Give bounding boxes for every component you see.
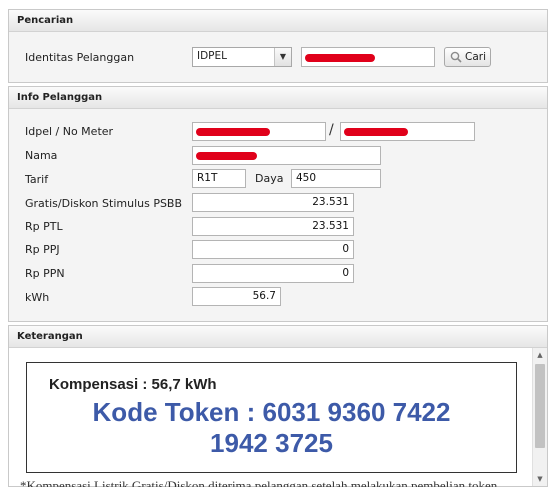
notes-panel: Keterangan Kompensasi : 56,7 kWh Kode To… (8, 325, 548, 487)
ptl-field: 23.531 (192, 217, 354, 236)
ppn-label: Rp PPN (25, 267, 65, 280)
search-button-label: Cari (465, 51, 486, 63)
idpel-field (192, 122, 326, 141)
customer-identity-label: Identitas Pelanggan (25, 51, 135, 64)
notes-scrollbar[interactable]: ▲ ▼ (532, 348, 547, 486)
search-panel: Pencarian Identitas Pelanggan IDPEL ▼ Ca… (8, 9, 548, 83)
scrollbar-thumb[interactable] (535, 364, 545, 448)
kwh-field: 56.7 (192, 287, 281, 306)
kwh-label: kWh (25, 291, 50, 304)
idpel-meter-separator: / (329, 122, 334, 138)
name-label: Nama (25, 149, 58, 162)
identity-type-value: IDPEL (197, 50, 227, 62)
redaction-mark (305, 54, 375, 62)
power-field: 450 (291, 169, 381, 188)
customer-info-header: Info Pelanggan (9, 87, 547, 109)
tariff-label: Tarif (25, 173, 49, 186)
power-label: Daya (255, 172, 284, 185)
redaction-mark (196, 152, 257, 160)
chevron-down-icon[interactable]: ▼ (274, 48, 291, 66)
ppj-label: Rp PPJ (25, 243, 60, 256)
search-panel-header: Pencarian (9, 10, 547, 32)
search-button[interactable]: Cari (444, 47, 491, 67)
ptl-label: Rp PTL (25, 220, 63, 233)
scroll-down-icon[interactable]: ▼ (533, 472, 547, 486)
customer-info-panel: Info Pelanggan Idpel / No Meter / Nama T… (8, 86, 548, 322)
name-field (192, 146, 381, 165)
idpel-meter-label: Idpel / No Meter (25, 125, 114, 138)
discount-label: Gratis/Diskon Stimulus PSBB (25, 197, 183, 210)
ppj-field: 0 (192, 240, 354, 259)
token-info-box: Kompensasi : 56,7 kWh Kode Token : 6031 … (26, 362, 517, 473)
tariff-field: R1T (192, 169, 246, 188)
meter-number-field (340, 122, 475, 141)
redaction-mark (196, 128, 270, 136)
customer-id-input[interactable] (301, 47, 435, 67)
token-code-line-2: 1942 3725 (210, 428, 333, 458)
notes-footer-text: *Kompensasi Listrik Gratis/Diskon diteri… (20, 478, 498, 487)
compensation-text: Kompensasi : 56,7 kWh (49, 376, 217, 393)
notes-header: Keterangan (9, 326, 547, 348)
search-icon (450, 51, 462, 63)
redaction-mark (344, 128, 408, 136)
discount-field: 23.531 (192, 193, 354, 212)
token-code: Kode Token : 6031 9360 7422 1942 3725 (27, 397, 516, 459)
identity-type-select[interactable]: IDPEL ▼ (192, 47, 292, 67)
ppn-field: 0 (192, 264, 354, 283)
scroll-up-icon[interactable]: ▲ (533, 348, 547, 362)
token-code-line-1: Kode Token : 6031 9360 7422 (92, 397, 451, 427)
